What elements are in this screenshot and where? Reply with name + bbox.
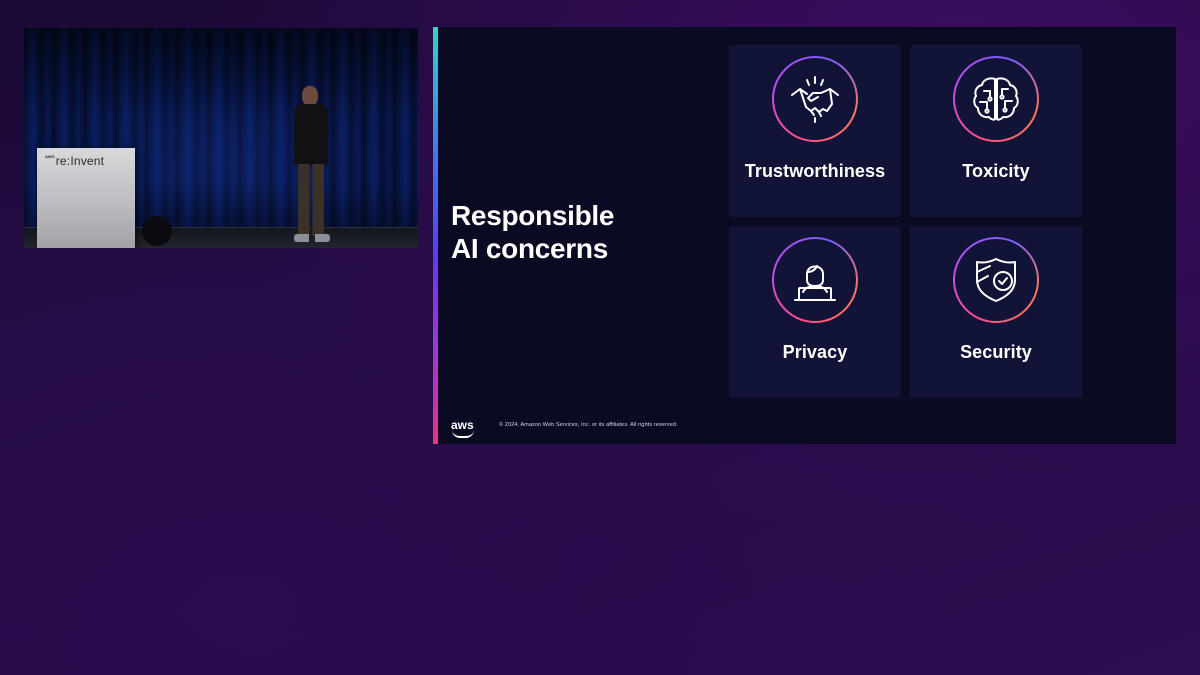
aws-smile-icon: [452, 430, 474, 438]
slide-footer: aws © 2024, Amazon Web Services, Inc. or…: [451, 416, 678, 438]
stage-monitor: [142, 216, 172, 246]
reinvent-logo: AWSre:Invent: [45, 154, 105, 168]
card-trustworthiness: Trustworthiness: [729, 45, 901, 217]
copyright-text: © 2024, Amazon Web Services, Inc. or its…: [499, 422, 678, 428]
slide-title: Responsible AI concerns: [451, 200, 615, 264]
card-security: Security: [910, 226, 1082, 398]
card-label: Trustworthiness: [744, 161, 886, 181]
card-label: Security: [960, 342, 1032, 362]
presenter-camera-feed: AWSre:Invent: [24, 28, 418, 248]
aws-logo: aws: [451, 419, 477, 438]
handshake-icon: [791, 76, 839, 123]
card-toxicity: Toxicity: [910, 45, 1082, 217]
accent-bar: [433, 27, 438, 444]
podium: AWSre:Invent: [37, 148, 135, 248]
presentation-slide: Responsible AI concerns Trustworthiness: [433, 27, 1176, 444]
person-laptop-icon: [794, 265, 836, 301]
card-label: Privacy: [782, 342, 848, 362]
card-label: Toxicity: [962, 161, 1030, 181]
card-privacy: Privacy: [729, 226, 901, 398]
presenter: [290, 86, 340, 246]
stream-screen: AWSre:Invent Responsible AI concerns Tru…: [0, 0, 1200, 675]
brain-circuit-icon: [973, 77, 1019, 121]
shield-check-icon: [976, 258, 1016, 302]
